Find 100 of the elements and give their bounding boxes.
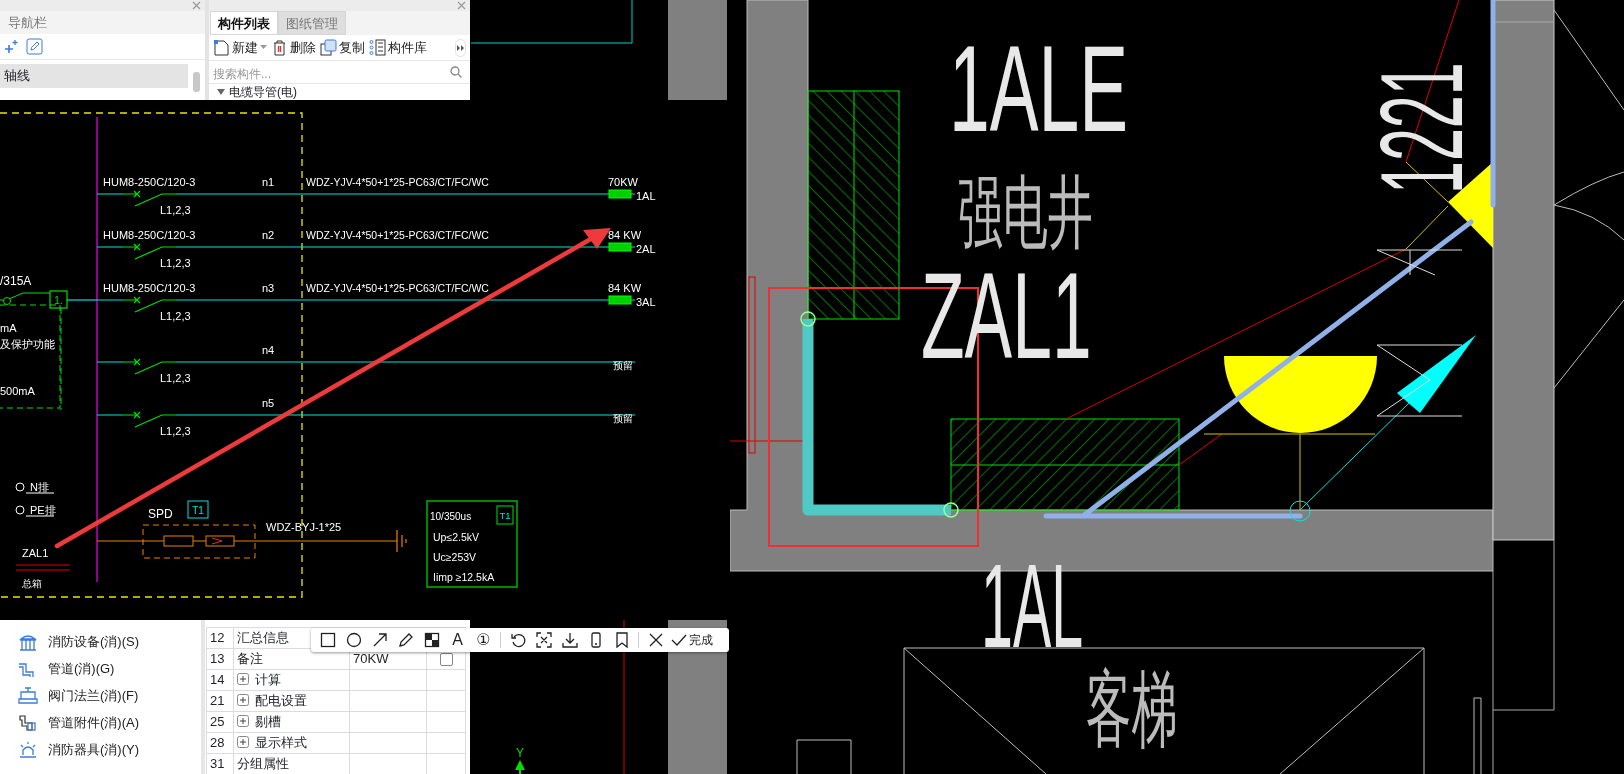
add-icon[interactable] (4, 38, 20, 55)
phase-label: L1,2,3 (160, 257, 191, 269)
category-item[interactable]: 消防设备(消)(S) (0, 628, 201, 655)
circuit-number: n3 (262, 282, 275, 294)
new-file-icon (213, 39, 230, 56)
panel-label: 1AL (636, 190, 656, 202)
power-label: 70KW (608, 176, 638, 188)
note-label: 500mA (0, 385, 35, 397)
panel-code-label: 1ALE (949, 20, 1129, 157)
device-label: 1. (54, 295, 63, 306)
expand-icon (535, 632, 552, 648)
power-label: 84 KW (608, 282, 641, 294)
expand-icon[interactable] (237, 736, 249, 749)
expand-icon[interactable] (237, 715, 249, 728)
edit-icon[interactable] (26, 38, 43, 55)
tree-item[interactable]: 电缆导管(电) (209, 85, 470, 99)
breaker-symbol (0, 292, 51, 305)
toolbar-button[interactable]: 删除 (271, 37, 316, 58)
copy-icon (320, 39, 337, 56)
property-name: 显示样式 (255, 735, 307, 751)
toolbar-button[interactable]: 新建 (213, 37, 267, 58)
panel-tab[interactable]: 构件列表 (210, 11, 278, 35)
row-number: 12 (206, 627, 234, 649)
switch-symbol (122, 296, 177, 313)
double-arrow-icon (457, 44, 464, 51)
panel-tab[interactable]: 图纸管理 (278, 11, 346, 35)
panel-title: 导航栏 (0, 11, 205, 34)
switch-symbol (122, 243, 177, 260)
done-button[interactable]: 完成 (669, 631, 715, 649)
category-item[interactable]: 管道附件(消)(A) (0, 709, 201, 736)
rating-label: /315A (0, 274, 32, 288)
expand-icon[interactable] (237, 694, 249, 707)
cable-label: WDZ-YJV-4*50+1*25-PC63/CT/FC/WC (306, 282, 489, 294)
undo-icon (509, 632, 526, 648)
number-tool-button[interactable]: ① (471, 628, 496, 652)
category-item[interactable]: 阀门法兰(消)(F) (0, 682, 201, 709)
search-field[interactable]: 搜索构件... (209, 65, 470, 84)
cable-label: WDZ-BYJ-1*25 (266, 521, 342, 533)
panel-label: 1AL (981, 540, 1084, 673)
row-number: 31 (206, 753, 234, 774)
panel-symbol (608, 242, 632, 252)
spec-line: Up≤2.5kV (433, 531, 480, 543)
axis-arrow-icon (515, 760, 525, 774)
reserve-label: 预留 (613, 360, 633, 371)
toolbar-button[interactable]: 复制 (320, 37, 365, 58)
class-box (496, 505, 514, 525)
toolbar-button[interactable]: 构件库 (369, 37, 427, 58)
category-item[interactable]: 管道(消)(G) (0, 655, 201, 682)
device-box (49, 290, 68, 309)
circuit-number: n4 (262, 344, 275, 356)
terminal-icon (15, 482, 25, 492)
property-name: 剔槽 (255, 714, 281, 730)
axis-label: Y (516, 746, 524, 760)
note-label: mA (0, 322, 17, 334)
category-item[interactable]: 消防器具(消)(Y) (0, 736, 201, 763)
phase-label: L1,2,3 (160, 204, 191, 216)
row-number: 28 (206, 732, 234, 754)
circuit-number: n1 (262, 176, 275, 188)
panel-symbol (608, 295, 632, 305)
arrow-icon (371, 632, 388, 648)
panel-symbol (608, 189, 632, 199)
mosaic-icon (423, 632, 440, 648)
trash-icon (271, 39, 288, 56)
row-number: 13 (206, 648, 234, 670)
spec-line: Uc≥253V (433, 551, 477, 563)
pipe-end-icon (800, 311, 816, 327)
check-icon (671, 632, 687, 648)
bookmark-icon (613, 632, 630, 648)
spd-label: SPD (148, 507, 173, 521)
circle-icon (345, 632, 362, 648)
circuit-number: n2 (262, 229, 275, 241)
search-icon (450, 66, 462, 78)
power-label: 84 KW (608, 229, 641, 241)
valve-icon (18, 686, 38, 705)
switch-symbol (122, 190, 177, 207)
shaft-label: 强电井 (958, 167, 1093, 258)
more-button[interactable] (455, 38, 466, 57)
switch-symbol (122, 358, 177, 375)
pencil-icon (397, 632, 414, 648)
checkbox[interactable] (439, 653, 453, 667)
circuit-number: n5 (262, 397, 275, 409)
library-icon (369, 39, 386, 56)
terminal-icon (15, 505, 25, 515)
caret-icon (260, 45, 267, 50)
breaker-label: HUM8-250C/120-3 (103, 229, 196, 241)
spec-label: 10/350us (430, 511, 472, 522)
spec-line: Iimp ≥12.5kA (433, 571, 495, 583)
row-number: 14 (206, 669, 234, 691)
expand-icon[interactable] (237, 673, 249, 686)
rectangle-icon (319, 632, 336, 648)
text-tool-button[interactable]: A (445, 628, 470, 652)
class-label: T1 (499, 510, 511, 521)
switch-symbol (122, 411, 177, 428)
phase-label: L1,2,3 (160, 310, 191, 322)
phase-label: L1,2,3 (160, 425, 191, 437)
navigation-item[interactable]: 轴线 (0, 64, 188, 88)
scrollbar-thumb[interactable] (193, 72, 200, 92)
cable-label: WDZ-YJV-4*50+1*25-PC63/CT/FC/WC (306, 176, 489, 188)
download-icon (561, 632, 578, 648)
pipe-end-icon (943, 502, 959, 518)
